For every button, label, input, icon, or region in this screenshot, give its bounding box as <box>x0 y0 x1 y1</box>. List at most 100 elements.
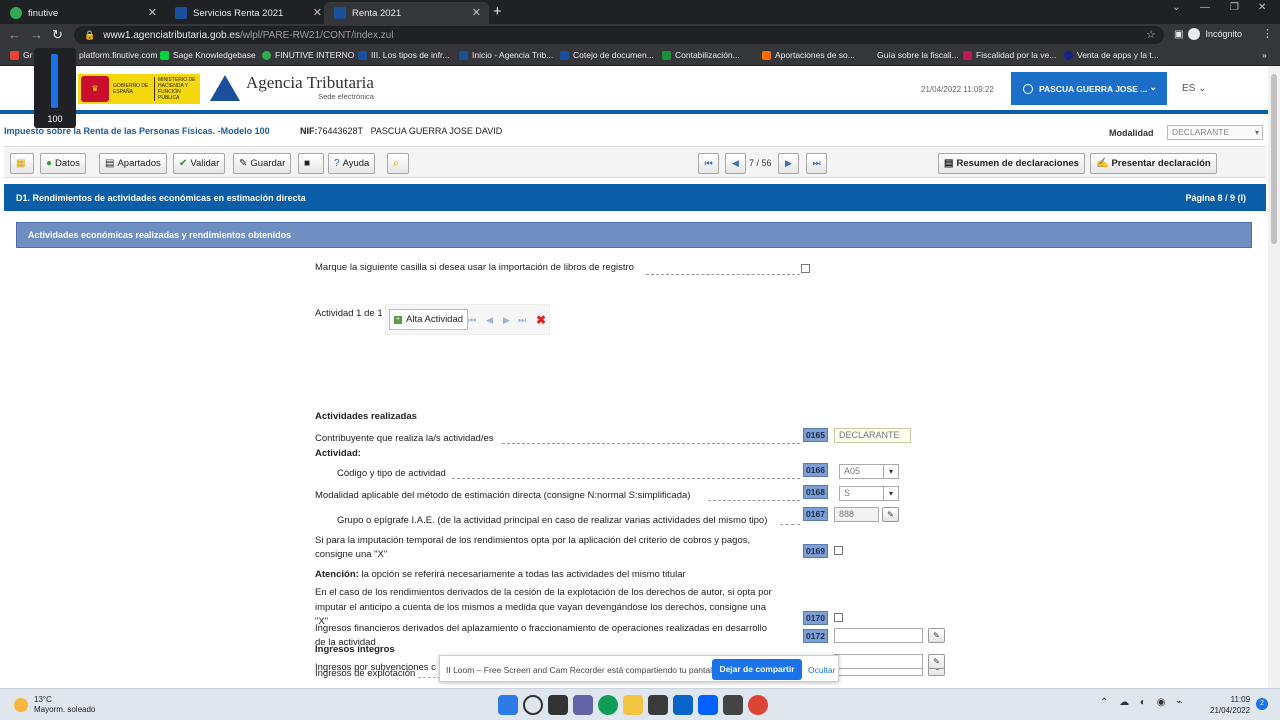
bookmark-item[interactable]: Fiscalidad por la ve... <box>963 50 1056 60</box>
first-page-icon[interactable]: ⏮ <box>698 153 719 174</box>
modalidad-estimacion-select[interactable]: S <box>839 486 884 501</box>
chevron-down-icon[interactable]: ▾ <box>883 464 899 479</box>
cobros-pagos-checkbox[interactable] <box>834 546 843 555</box>
next-page-icon[interactable]: ▶ <box>778 153 799 174</box>
new-tab-plus-icon[interactable]: + <box>493 3 502 20</box>
last-activity-icon[interactable]: ⏭ <box>518 315 526 326</box>
chevron-down-icon[interactable]: ▾ <box>883 486 899 501</box>
home-button[interactable]: ▦ <box>10 153 34 174</box>
derechos-autor-checkbox[interactable] <box>834 613 843 622</box>
reload-icon[interactable]: ↻ <box>52 27 63 43</box>
search-icon: ⌕ <box>393 158 399 169</box>
system-tray-icons[interactable]: ⌃ ☁ ◐ ◉ ⌁ <box>1100 697 1186 708</box>
bookmark-item[interactable]: Sage Knowledgebase <box>160 50 256 60</box>
agencia-tributaria-logo[interactable]: Agencia Tributaria Sede electrónica <box>210 74 374 101</box>
lock-icon: 🔒 <box>84 29 96 40</box>
delete-activity-icon[interactable]: ✖ <box>536 313 546 327</box>
teams-icon[interactable] <box>573 695 593 715</box>
ingresos-financieros-label-line1: Ingresos financieros derivados del aplaz… <box>315 623 768 634</box>
resumen-declaraciones-button[interactable]: ▤ Resumen de declaraciones <box>938 153 1085 174</box>
browser-tab-renta-2021[interactable]: Renta 2021 ✕ <box>324 2 489 24</box>
apartados-button[interactable]: ▤ Apartados <box>99 153 167 174</box>
user-menu-button[interactable]: PASCUA GUERRA JOSE ... ⌄ <box>1011 72 1167 105</box>
zoom-value: 100 <box>47 114 63 124</box>
ayuda-button[interactable]: ? Ayuda <box>328 153 376 174</box>
ingresos-financieros-field[interactable] <box>834 628 923 643</box>
gmail-icon <box>10 50 19 60</box>
browser-menu-icon[interactable]: ⋮ <box>1262 27 1273 40</box>
search-icon[interactable] <box>523 695 543 715</box>
alta-actividad-button[interactable]: + Alta Actividad <box>389 309 469 330</box>
task-view-icon[interactable] <box>548 695 568 715</box>
minimize-icon[interactable]: — <box>1200 2 1210 13</box>
windows-start-icon[interactable] <box>498 695 518 715</box>
bookmark-star-icon[interactable]: ☆ <box>1146 28 1156 41</box>
guardar-button[interactable]: ✎ Guardar <box>233 153 292 174</box>
scrollbar-thumb[interactable] <box>1271 74 1277 244</box>
import-checkbox[interactable] <box>801 264 810 273</box>
bookmark-item[interactable]: III. Los tipos de infr... <box>358 50 449 60</box>
window-close-icon[interactable]: ✕ <box>1258 2 1266 13</box>
close-icon[interactable]: ✕ <box>472 6 481 19</box>
notification-badge[interactable]: 2 <box>1256 698 1268 710</box>
bookmark-item[interactable]: Venta de apps y la t... <box>1064 50 1159 60</box>
first-activity-icon[interactable]: ⏮ <box>468 315 476 326</box>
address-bar[interactable]: 🔒 www1.agenciatributaria.gob.es /wlpl/PA… <box>74 26 1164 44</box>
store-icon[interactable] <box>648 695 668 715</box>
sun-icon <box>14 698 28 712</box>
datos-button[interactable]: ● Datos <box>40 153 86 174</box>
edit-pencil-icon[interactable]: ✎ <box>882 507 899 522</box>
zoom-indicator: 100 <box>34 48 76 128</box>
previous-page-icon[interactable]: ◀ <box>725 153 746 174</box>
hide-banner-link[interactable]: Ocultar <box>808 665 835 675</box>
bookmark-item[interactable]: FINUTIVE INTERNO <box>262 50 354 60</box>
modalidad-select[interactable]: DECLARANTE ▾ <box>1167 125 1263 140</box>
close-icon[interactable]: ✕ <box>313 6 322 19</box>
previous-activity-icon[interactable]: ◀ <box>486 315 493 326</box>
browser-tab-servicios-renta[interactable]: Servicios Renta 2021 ✕ <box>165 2 330 24</box>
bookmark-item[interactable]: Cotejo de documen... <box>560 50 654 60</box>
bookmarks-overflow-icon[interactable]: » <box>1262 50 1267 60</box>
next-activity-icon[interactable]: ▶ <box>503 315 510 326</box>
file-explorer-icon[interactable] <box>623 695 643 715</box>
bookmark-item[interactable]: Aportaciones de so... <box>762 50 855 60</box>
bookmark-item[interactable]: Guía sobre la fiscali... <box>877 50 959 60</box>
calculator-icon[interactable] <box>723 695 743 715</box>
restore-icon[interactable]: ❐ <box>1230 2 1239 13</box>
page-scrollbar[interactable] <box>1268 66 1280 688</box>
search-button[interactable]: ⌕ <box>387 153 409 174</box>
browser-tab-finutive[interactable]: finutive ✕ <box>0 2 165 24</box>
system-clock[interactable]: 11:09 21/04/2022 <box>1210 694 1250 716</box>
last-page-icon[interactable]: ⏭ <box>806 153 827 174</box>
bookmark-item[interactable]: Gr <box>10 50 32 60</box>
add-icon: + <box>394 315 402 324</box>
presentar-declaracion-button[interactable]: ✍ Presentar declaración <box>1090 153 1217 174</box>
weather-widget[interactable]: 13°C Mayorm. soleado <box>14 695 95 715</box>
side-panel-icon[interactable]: ▣ <box>1174 29 1183 40</box>
incognito-indicator[interactable]: Incógnito <box>1188 28 1242 40</box>
site-header: ♛ GOBIERNO DE ESPAÑA MINISTERIO DE HACIE… <box>0 66 1268 114</box>
grupo-epigrafe-field[interactable]: 888 <box>834 507 879 522</box>
user-icon <box>1023 83 1033 94</box>
tab-search-chevron-icon[interactable]: ⌄ <box>1172 2 1180 13</box>
incognito-label: Incógnito <box>1205 29 1242 39</box>
stop-sharing-button[interactable]: Dejar de compartir <box>712 659 802 680</box>
nif-info: NIF:76443628T PASCUA GUERRA JOSE DAVID <box>300 126 503 136</box>
close-icon[interactable]: ✕ <box>148 6 157 19</box>
codigo-actividad-select[interactable]: A05 <box>839 464 884 479</box>
bookmark-item[interactable]: Contabilización... <box>662 50 740 60</box>
edge-icon[interactable] <box>598 695 618 715</box>
bookmark-item[interactable]: platform.finutive.com <box>79 50 157 60</box>
bookmark-item[interactable]: Inicio - Agencia Trib... <box>459 50 553 60</box>
chrome-icon[interactable] <box>748 695 768 715</box>
record-button[interactable]: ■ <box>298 153 324 174</box>
edit-pencil-icon[interactable]: ✎ <box>928 654 945 669</box>
dropbox-icon[interactable] <box>698 695 718 715</box>
edit-pencil-icon[interactable]: ✎ <box>928 628 945 643</box>
validar-button[interactable]: ✔ Validar <box>173 153 226 174</box>
mail-icon[interactable] <box>673 695 693 715</box>
language-selector[interactable]: ES ⌄ <box>1182 83 1207 94</box>
forward-arrow-icon[interactable]: → <box>30 27 43 42</box>
back-arrow-icon[interactable]: ← <box>8 27 21 42</box>
ingresos-subvenciones-field[interactable] <box>834 654 923 669</box>
